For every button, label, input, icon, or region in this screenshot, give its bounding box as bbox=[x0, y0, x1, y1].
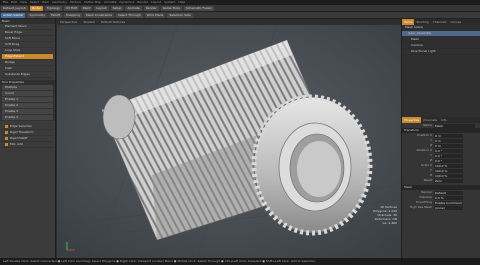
toolbar-symmetry-button[interactable]: Symmetry bbox=[27, 13, 48, 18]
checkbox-icon[interactable] bbox=[5, 124, 8, 128]
property-field[interactable]: 0 m bbox=[434, 138, 463, 143]
property-field[interactable]: 100.0 % bbox=[434, 163, 463, 168]
tool-option[interactable]: Enable 4 bbox=[2, 115, 53, 121]
checkbox-icon[interactable] bbox=[5, 130, 8, 134]
property-field[interactable]: Enable Command Regions bbox=[434, 200, 463, 209]
toolbar-falloff-button[interactable]: Falloff bbox=[49, 13, 62, 18]
property-row: Reset Zero bbox=[402, 178, 480, 183]
tab-setup[interactable]: Setup bbox=[110, 6, 124, 11]
property-row: High Res Mesh (none) bbox=[402, 205, 480, 210]
property-field[interactable]: 0.0 ° bbox=[434, 158, 463, 163]
property-field[interactable]: (none) bbox=[434, 205, 463, 210]
tab-layout[interactable]: Layout bbox=[94, 6, 109, 11]
property-field[interactable]: 0.0 % bbox=[434, 195, 463, 200]
item-label: Camera bbox=[411, 43, 423, 47]
tab-model[interactable]: Model bbox=[29, 6, 43, 11]
property-field[interactable]: Zero bbox=[434, 178, 463, 183]
item-list: Mesh Scene Gear_Assembly Mesh Camera Directi… bbox=[402, 25, 480, 117]
viewport-info-overlay: All Vertices Polygons: 2,240 Channels: 36 D… bbox=[373, 205, 397, 225]
modeling-toolbar: Action Center Symmetry Falloff Snapping Mesh… bbox=[0, 12, 480, 19]
tab-schematic-fusion[interactable]: Schematic Fusion bbox=[183, 6, 215, 11]
property-field[interactable]: 0.0 ° bbox=[434, 153, 463, 158]
checkbox-label: Rigid Falloff bbox=[10, 136, 28, 140]
tab-animate[interactable]: Animate bbox=[125, 6, 142, 11]
checkbox-icon[interactable] bbox=[5, 142, 8, 146]
tab-uv-edit[interactable]: UV Edit bbox=[63, 6, 79, 11]
property-field[interactable]: 100.0 % bbox=[434, 168, 463, 173]
item-label: Gear_Assembly bbox=[408, 31, 432, 35]
property-field[interactable]: 0 m bbox=[434, 143, 463, 148]
gear-model-render[interactable] bbox=[57, 25, 401, 258]
tab-game-tools[interactable]: Game Tools bbox=[160, 6, 182, 11]
tab-groups[interactable]: Groups bbox=[448, 19, 463, 25]
checkbox-label: Edge Selection bbox=[10, 124, 33, 128]
toolbar-work-plane-button[interactable]: Work Plane bbox=[144, 13, 166, 18]
checkbox-icon[interactable] bbox=[5, 136, 8, 140]
toolbar-select-through-button[interactable]: Select Through bbox=[115, 13, 143, 18]
tool-subdivide-edges-button[interactable]: Subdivide Edges bbox=[2, 72, 53, 78]
item-list-row[interactable]: Directional Light bbox=[402, 49, 480, 55]
property-label: High Res Mesh bbox=[409, 205, 432, 209]
checkbox-label: Rigid Transform bbox=[10, 130, 34, 134]
property-field[interactable]: 100.0 % bbox=[434, 173, 463, 178]
name-field[interactable]: Mesh bbox=[434, 123, 475, 128]
toolbar-selection-sets-button[interactable]: Selection Sets bbox=[167, 13, 193, 18]
property-field[interactable]: 0 m bbox=[434, 133, 463, 138]
item-label: Directional Light bbox=[411, 49, 436, 53]
tab-paint[interactable]: Paint bbox=[80, 6, 93, 11]
layout-tab-bar: Default_Layout Model Topology UV Edit Paint L… bbox=[0, 5, 480, 12]
checkbox-label: Mix: Add bbox=[10, 142, 23, 146]
property-label: Reset bbox=[423, 178, 432, 182]
tab-channels[interactable]: Channels bbox=[431, 19, 449, 25]
tool-checkbox-row[interactable]: Mix: Add bbox=[2, 142, 53, 148]
toolbar-mesh-constraints-button[interactable]: Mesh Constraints bbox=[83, 13, 114, 18]
property-field[interactable]: Default bbox=[434, 190, 463, 195]
tab-render[interactable]: Render bbox=[143, 6, 159, 11]
viewport-info-line: GL: 4,480 bbox=[382, 221, 397, 225]
tool-panel: Basic Element Move Bevel Edge Soft Move Sof… bbox=[0, 19, 56, 258]
tab-default-layout[interactable]: Default_Layout bbox=[1, 6, 28, 11]
toolbar-action-center-button[interactable]: Action Center bbox=[1, 13, 26, 18]
props-tab-info[interactable]: Info bbox=[439, 117, 449, 123]
status-bar: Left Double Click: Select Connected ● Le… bbox=[0, 258, 480, 265]
item-properties-panel: Items Shading Channels Groups Mesh Scene Gea… bbox=[401, 19, 480, 258]
item-label: Mesh Scene bbox=[405, 25, 423, 29]
property-field[interactable]: 0.0 ° bbox=[434, 148, 463, 153]
3d-viewport[interactable]: Perspective Shaded Default Textures All … bbox=[57, 19, 401, 258]
item-label: Mesh bbox=[411, 37, 419, 41]
toolbar-snapping-button[interactable]: Snapping bbox=[63, 13, 82, 18]
tab-topology[interactable]: Topology bbox=[44, 6, 62, 11]
